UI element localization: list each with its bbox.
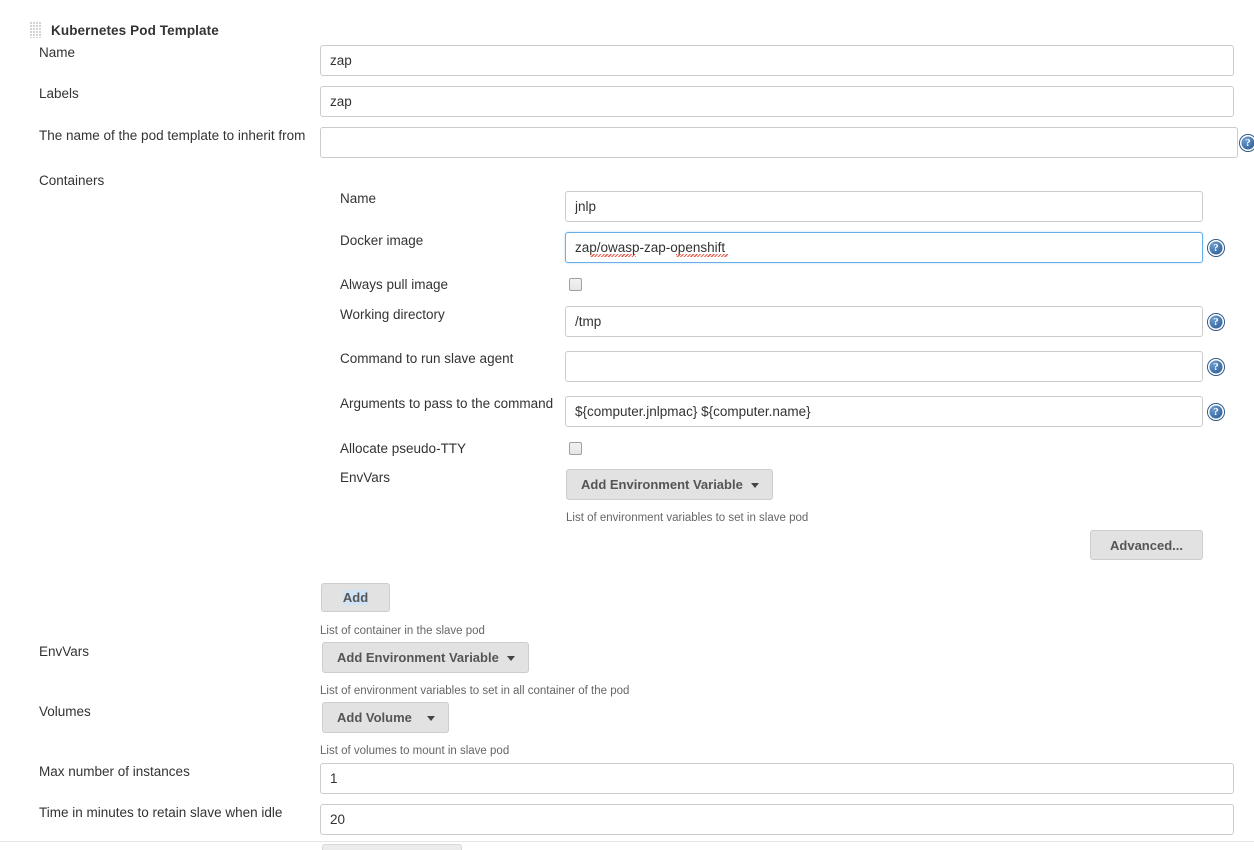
container-name-label: Name bbox=[340, 191, 376, 207]
max-instances-input[interactable] bbox=[320, 763, 1234, 794]
volumes-hint: List of volumes to mount in slave pod bbox=[320, 744, 509, 758]
container-name-input[interactable] bbox=[565, 191, 1203, 222]
add-container-button-label: Add bbox=[343, 590, 368, 605]
pod-add-environment-variable-label: Add Environment Variable bbox=[337, 650, 499, 665]
working-directory-label: Working directory bbox=[340, 307, 445, 323]
always-pull-label: Always pull image bbox=[340, 277, 448, 293]
volumes-label: Volumes bbox=[39, 704, 91, 720]
command-input[interactable] bbox=[565, 351, 1203, 382]
pod-inherit-input[interactable] bbox=[320, 127, 1238, 158]
containers-list-hint: List of container in the slave pod bbox=[320, 624, 485, 638]
max-instances-label: Max number of instances bbox=[39, 764, 190, 780]
pod-labels-label: Labels bbox=[39, 86, 79, 102]
always-pull-checkbox[interactable] bbox=[569, 278, 582, 291]
container-image-input[interactable] bbox=[565, 232, 1203, 263]
advanced-button[interactable]: Advanced... bbox=[1090, 530, 1203, 560]
pod-envvars-label: EnvVars bbox=[39, 644, 89, 660]
pseudo-tty-checkbox[interactable] bbox=[569, 442, 582, 455]
chevron-down-icon bbox=[427, 716, 435, 721]
containers-label: Containers bbox=[39, 173, 104, 189]
help-icon-command[interactable]: ? bbox=[1208, 359, 1224, 375]
pod-name-input[interactable] bbox=[320, 45, 1234, 76]
help-icon-arguments[interactable]: ? bbox=[1208, 404, 1224, 420]
pod-add-environment-variable-button[interactable]: Add Environment Variable bbox=[322, 642, 529, 673]
help-icon-workdir[interactable]: ? bbox=[1208, 314, 1224, 330]
container-add-environment-variable-button[interactable]: Add Environment Variable bbox=[566, 469, 773, 500]
help-icon-image[interactable]: ? bbox=[1208, 240, 1224, 256]
bottom-clipped-button[interactable] bbox=[322, 844, 462, 850]
container-add-environment-variable-label: Add Environment Variable bbox=[581, 477, 743, 492]
container-envvars-hint: List of environment variables to set in … bbox=[566, 511, 808, 525]
pod-inherit-label: The name of the pod template to inherit … bbox=[39, 128, 305, 144]
advanced-button-label: Advanced... bbox=[1110, 538, 1183, 553]
pod-labels-input[interactable] bbox=[320, 86, 1234, 117]
help-icon-inherit[interactable]: ? bbox=[1240, 135, 1254, 151]
working-directory-input[interactable] bbox=[565, 306, 1203, 337]
container-envvars-label: EnvVars bbox=[340, 470, 390, 486]
pod-name-label: Name bbox=[39, 45, 75, 61]
pseudo-tty-label: Allocate pseudo-TTY bbox=[340, 441, 466, 457]
arguments-input[interactable] bbox=[565, 396, 1203, 427]
bottom-divider bbox=[0, 841, 1254, 842]
idle-retain-label: Time in minutes to retain slave when idl… bbox=[39, 805, 282, 821]
add-volume-button-label: Add Volume bbox=[337, 710, 412, 725]
chevron-down-icon bbox=[507, 656, 515, 661]
container-image-label: Docker image bbox=[340, 233, 423, 249]
drag-handle-icon[interactable] bbox=[30, 22, 41, 38]
command-label: Command to run slave agent bbox=[340, 351, 513, 367]
add-volume-button[interactable]: Add Volume bbox=[322, 702, 449, 733]
arguments-label: Arguments to pass to the command bbox=[340, 396, 553, 412]
pod-envvars-hint: List of environment variables to set in … bbox=[320, 684, 629, 698]
section-header: Kubernetes Pod Template bbox=[30, 20, 219, 40]
page-title: Kubernetes Pod Template bbox=[51, 23, 219, 38]
add-container-button[interactable]: Add bbox=[321, 583, 390, 612]
chevron-down-icon bbox=[751, 483, 759, 488]
idle-retain-input[interactable] bbox=[320, 804, 1234, 835]
